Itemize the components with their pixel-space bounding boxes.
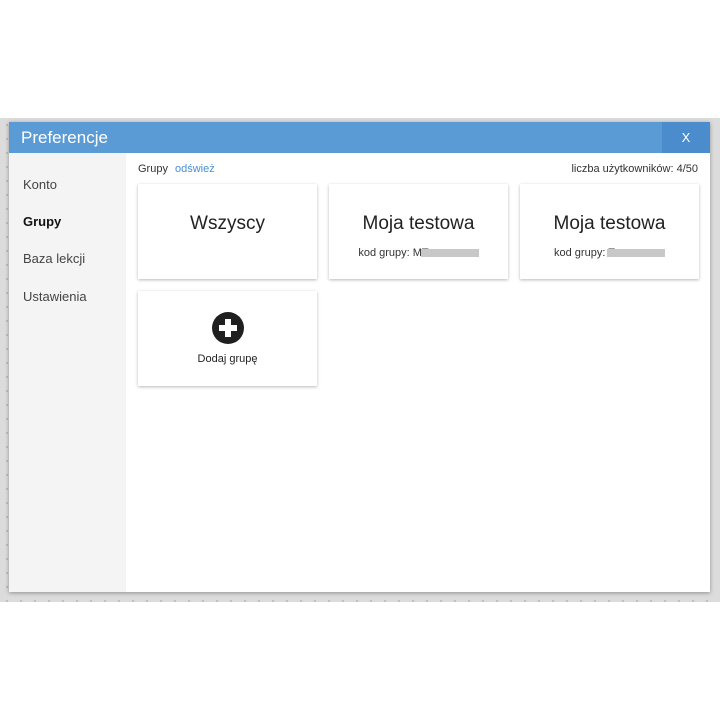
user-count: liczba użytkowników: 4/50 <box>571 163 698 175</box>
group-code-text: kod grupy: T <box>554 247 615 259</box>
refresh-link[interactable]: odśwież <box>175 163 215 175</box>
sidebar-item-ustawienia[interactable]: Ustawienia <box>23 289 87 304</box>
sidebar-item-grupy[interactable]: Grupy <box>23 214 61 229</box>
group-code: kod grupy: MT <box>329 247 508 259</box>
group-card-moja-testowa-2[interactable]: Moja testowa kod grupy: T <box>520 184 699 279</box>
sidebar: Konto Grupy Baza lekcji Ustawienia <box>9 153 126 592</box>
group-card-wszyscy[interactable]: Wszyscy <box>138 184 317 279</box>
add-group-card[interactable]: Dodaj grupę <box>138 291 317 386</box>
dialog-title: Preferencje <box>21 128 108 147</box>
preferences-dialog: Preferencje X Konto Grupy Baza lekcji Us… <box>9 122 710 592</box>
group-code: kod grupy: T <box>520 247 699 259</box>
close-button[interactable]: X <box>662 122 710 153</box>
sidebar-item-baza-lekcji[interactable]: Baza lekcji <box>23 251 85 266</box>
group-card-moja-testowa-1[interactable]: Moja testowa kod grupy: MT <box>329 184 508 279</box>
dialog-titlebar: Preferencje X <box>9 122 710 153</box>
group-card-title: Wszyscy <box>190 213 265 234</box>
groups-panel: Grupy odśwież liczba użytkowników: 4/50 … <box>126 153 710 592</box>
group-code-text: kod grupy: MT <box>358 247 429 259</box>
groups-header-label: Grupy <box>138 163 168 175</box>
group-card-title: Moja testowa <box>362 213 475 234</box>
sidebar-item-konto[interactable]: Konto <box>23 177 57 192</box>
redacted-block <box>420 249 479 258</box>
group-card-title: Moja testowa <box>553 213 666 234</box>
add-group-label: Dodaj grupę <box>197 353 258 365</box>
plus-circle-icon <box>212 312 244 344</box>
redacted-block <box>606 249 665 258</box>
